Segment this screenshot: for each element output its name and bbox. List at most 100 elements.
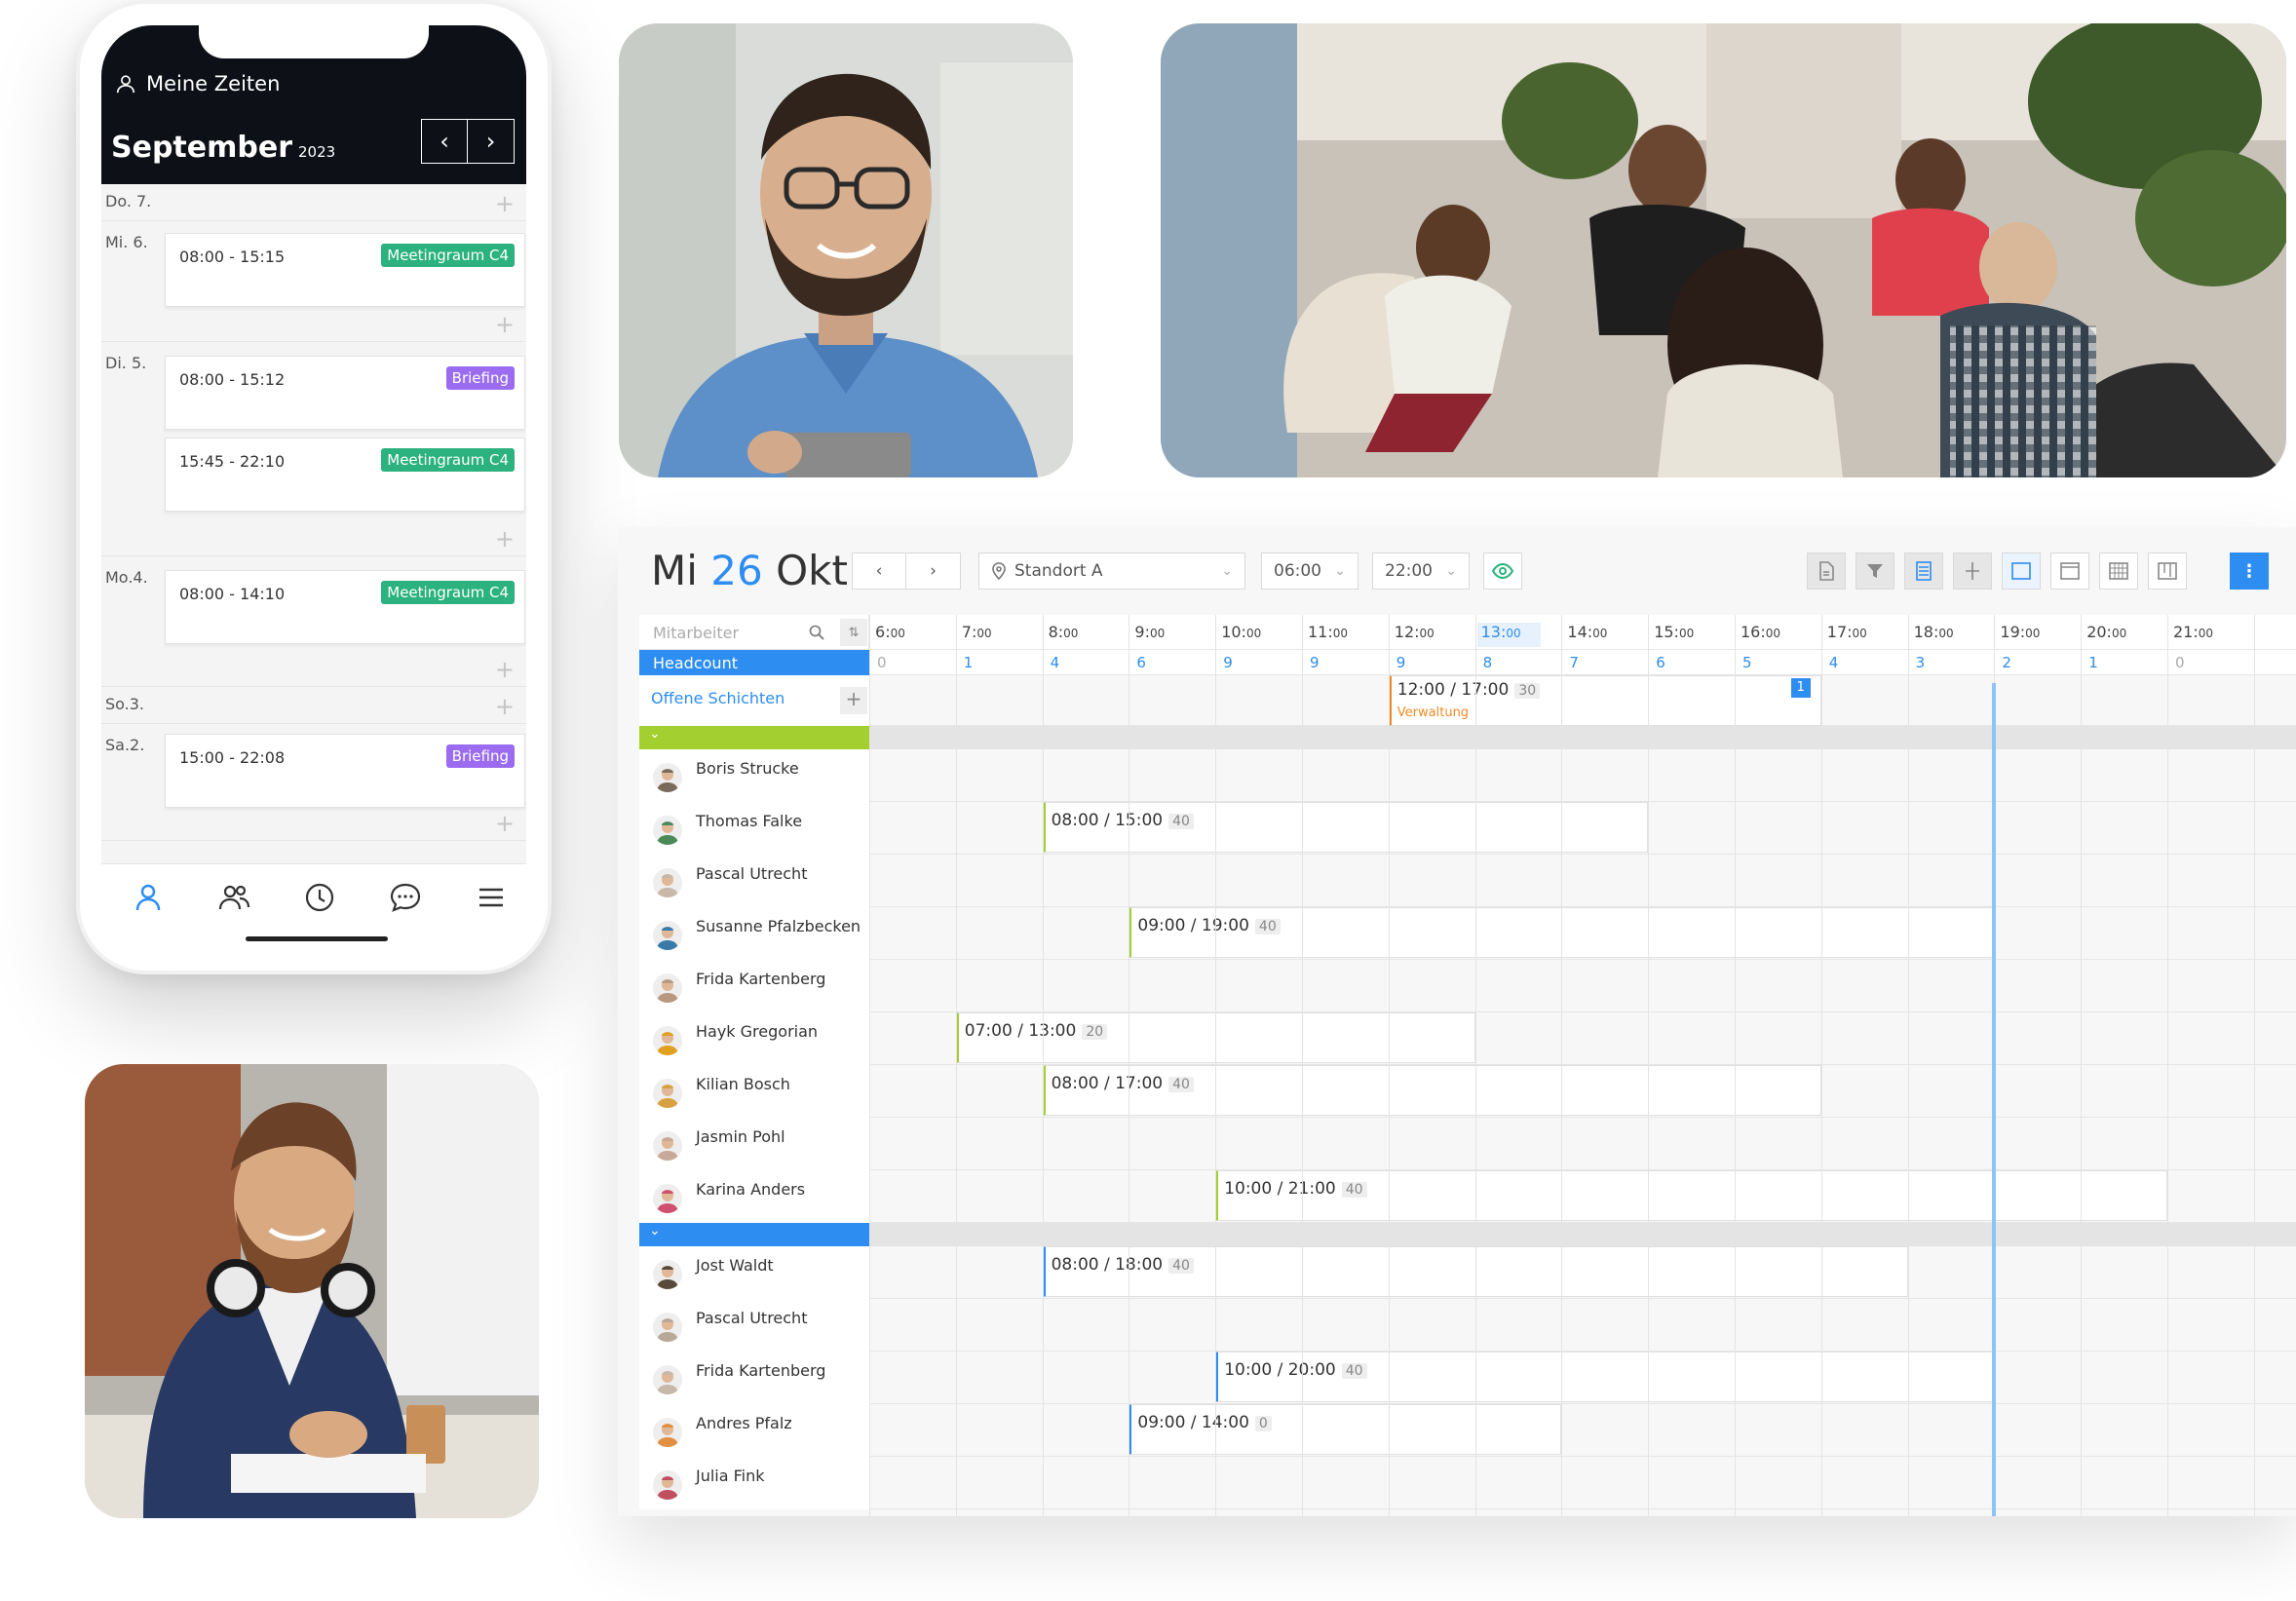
hour-label: 21:00 (2173, 623, 2214, 641)
employee-cell[interactable]: Pascal Utrecht (639, 1299, 869, 1352)
hour-label: 13:00 (1476, 623, 1541, 647)
board-view-button[interactable] (2148, 553, 2187, 590)
add-entry-icon[interactable]: + (495, 311, 515, 338)
sort-button[interactable]: ⇅ (840, 619, 867, 646)
employee-row: Kilian Bosch 08:00 / 17:00 40 (639, 1065, 2296, 1118)
shift-block[interactable]: 09:00 / 14:00 0 (1129, 1404, 1562, 1455)
next-day-button[interactable]: › (906, 553, 961, 590)
employee-cell[interactable]: Thomas Falke (639, 802, 869, 855)
employee-name: Frida Kartenberg (696, 970, 826, 988)
location-dropdown[interactable]: Standort A ⌄ (978, 553, 1245, 590)
group-header[interactable]: ⌄ (639, 726, 2296, 749)
open-shift-block[interactable]: 12:00 / 17:00 30 Verwaltung 1 (1388, 675, 1821, 726)
phone-tabbar (101, 863, 526, 957)
add-entry-icon[interactable]: + (495, 525, 515, 553)
avatar-icon (657, 874, 678, 897)
avatar (653, 1079, 682, 1108)
menu-icon[interactable] (472, 878, 511, 917)
add-entry-icon[interactable]: + (495, 693, 515, 720)
phone-title-text: Meine Zeiten (146, 72, 281, 95)
employee-cell[interactable]: Jost Waldt (639, 1246, 869, 1299)
employee-cell[interactable]: Karina Anders (639, 1170, 869, 1223)
add-entry-icon[interactable]: + (495, 190, 515, 217)
shift-block[interactable]: 08:00 / 15:00 40 (1042, 802, 1649, 853)
time-entry[interactable]: 15:45 - 22:10 Meetingraum C4 (165, 438, 525, 512)
week-view-icon (2060, 562, 2080, 580)
prev-day-button[interactable]: ‹ (852, 553, 906, 590)
photo-man-headphones (85, 1064, 539, 1518)
clock-icon[interactable] (300, 878, 339, 917)
employee-cell[interactable]: Boris Strucke (639, 749, 869, 802)
hour-value: 13 (1480, 623, 1501, 641)
day-view-icon (2011, 562, 2031, 580)
avatar (653, 973, 682, 1003)
search-icon[interactable] (809, 625, 824, 640)
shift-block[interactable]: 10:00 / 20:00 40 (1215, 1352, 1995, 1402)
list-view-button[interactable] (1904, 553, 1943, 590)
employee-name: Pascal Utrecht (696, 1309, 808, 1327)
avatar-icon (657, 1371, 678, 1394)
time-entry[interactable]: 15:00 - 22:08 Briefing (165, 734, 525, 808)
hour-label: 20:00 (2086, 623, 2127, 641)
shift-block[interactable]: 08:00 / 17:00 40 (1042, 1065, 1821, 1116)
employee-name: Boris Strucke (696, 759, 799, 778)
add-entry-icon[interactable]: + (495, 656, 515, 683)
shift-block[interactable]: 10:00 / 21:00 40 (1215, 1170, 2167, 1221)
employee-cell[interactable]: Susanne Pfalzbecken (639, 907, 869, 960)
hour-value: 12 (1394, 623, 1415, 641)
employee-cell[interactable]: Frida Kartenberg (639, 1352, 869, 1404)
day-section: Di. 5. 08:00 - 15:12 Briefing 15:45 - 22:10… (101, 342, 526, 556)
sort-icon: ⇅ (848, 625, 860, 640)
shift-count: 40 (1341, 1182, 1367, 1198)
split-icon (1966, 562, 1979, 580)
minute-value: 00 (2025, 627, 2041, 640)
hour-label: 11:00 (1308, 623, 1349, 641)
day-section: Mo.4. 08:00 - 14:10 Meetingraum C4 + (101, 556, 526, 687)
month-view-button[interactable] (2099, 553, 2138, 590)
employee-cell[interactable]: Jasmin Pohl (639, 1118, 869, 1170)
employee-cell[interactable]: Andres Pfalz (639, 1404, 869, 1457)
filter-button[interactable] (1856, 553, 1894, 590)
employee-name: Julia Fink (696, 1467, 765, 1485)
prev-month-button[interactable]: ‹ (421, 119, 468, 164)
visibility-button[interactable] (1483, 553, 1522, 590)
employee-cell[interactable]: Julia Fink (639, 1457, 869, 1509)
search-input[interactable]: Mitarbeiter (653, 624, 739, 642)
time-entry[interactable]: 08:00 - 14:10 Meetingraum C4 (165, 570, 525, 644)
avatar (653, 1313, 682, 1342)
employee-cell[interactable]: Frida Kartenberg (639, 960, 869, 1012)
team-icon[interactable] (214, 878, 253, 917)
group-color-bar: ⌄ (639, 726, 869, 749)
minute-value: 00 (1592, 627, 1608, 640)
end-time-dropdown[interactable]: 22:00 ⌄ (1372, 553, 1470, 590)
time-entry[interactable]: 08:00 - 15:15 Meetingraum C4 (165, 233, 525, 307)
document-button[interactable] (1807, 553, 1846, 590)
more-options-button[interactable]: ⋮ (2230, 553, 2269, 590)
group-header[interactable]: ⌄ (639, 1223, 2296, 1246)
month-label: September (111, 131, 292, 165)
day-section: Sa.2. 15:00 - 22:08 Briefing + (101, 724, 526, 841)
minute-value: 00 (1063, 627, 1079, 640)
shift-time: 09:00 / 19:00 (1137, 916, 1249, 935)
headcount-value: 6 (1656, 654, 1665, 671)
time-entry[interactable]: 08:00 - 15:12 Briefing (165, 356, 525, 430)
avatar-icon (657, 1476, 678, 1500)
week-view-button[interactable] (2050, 553, 2089, 590)
phone-notch (199, 25, 429, 58)
employee-row: Pascal Utrecht (639, 855, 2296, 907)
year-label: 2023 (298, 143, 336, 161)
start-time-dropdown[interactable]: 06:00 ⌄ (1261, 553, 1358, 590)
next-month-button[interactable]: › (468, 119, 515, 164)
employee-cell[interactable]: Hayk Gregorian (639, 1012, 869, 1065)
split-button[interactable] (1953, 553, 1992, 590)
user-icon[interactable] (129, 878, 168, 917)
chat-icon[interactable] (386, 878, 425, 917)
add-entry-icon[interactable]: + (495, 810, 515, 837)
hour-gridline (1042, 615, 1044, 1516)
avatar (653, 1026, 682, 1055)
day-view-button[interactable] (2002, 553, 2041, 590)
hour-value: 6 (875, 623, 886, 641)
employee-cell[interactable]: Pascal Utrecht (639, 855, 869, 907)
add-open-shift-icon[interactable]: + (840, 687, 867, 714)
employee-cell[interactable]: Kilian Bosch (639, 1065, 869, 1118)
